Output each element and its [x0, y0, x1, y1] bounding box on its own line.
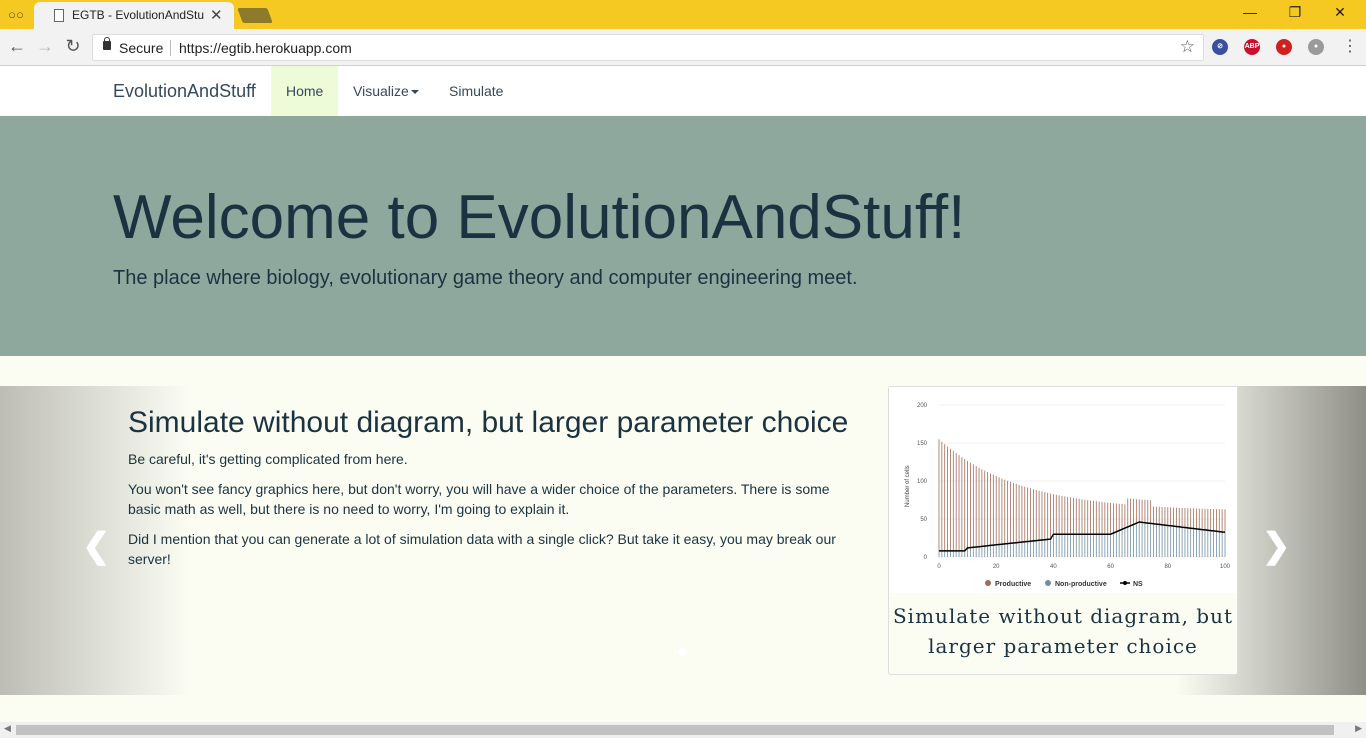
adblock-icon[interactable]: ABP	[1244, 39, 1260, 55]
url-text[interactable]: https://egtib.herokuapp.com	[179, 40, 352, 56]
browser-menu-icon[interactable]: ⋮	[1342, 36, 1358, 56]
hero-section: Welcome to EvolutionAndStuff! The place …	[0, 116, 1366, 356]
slide-paragraph: Be careful, it's getting complicated fro…	[128, 451, 408, 467]
dropdown-caret-icon	[410, 90, 419, 95]
chart-ylabel: Number of cells	[905, 465, 911, 507]
carousel-indicator[interactable]	[678, 648, 686, 656]
restore-icon[interactable]: ❐	[1285, 4, 1305, 21]
new-tab-button[interactable]	[237, 8, 273, 23]
address-bar[interactable]: Secure https://egtib.herokuapp.com ☆	[92, 34, 1204, 61]
ublock-icon[interactable]: ●	[1276, 39, 1292, 55]
reload-icon[interactable]: ↻	[62, 36, 84, 57]
close-tab-icon[interactable]: ✕	[210, 6, 223, 24]
site-navbar: EvolutionAndStuff Home Visualize Simulat…	[0, 66, 1366, 116]
x-tick-label: 40	[1050, 564, 1057, 570]
legend-nonproductive: Non-productive	[1055, 581, 1107, 588]
hero-subtitle: The place where biology, evolutionary ga…	[113, 267, 858, 289]
address-separator	[170, 40, 171, 56]
y-tick-label: 50	[920, 517, 927, 523]
y-tick-label: 100	[917, 479, 928, 485]
scrollbar-thumb[interactable]	[16, 725, 1334, 735]
simulation-chart: 050100150200 0 20 40 60 80 100 Number of cell…	[889, 387, 1237, 593]
x-tick-label: 60	[1107, 564, 1114, 570]
nav-home-label: Home	[286, 83, 324, 99]
back-icon[interactable]: ←	[6, 36, 28, 57]
horizontal-scrollbar[interactable]: ◀ ▶	[0, 722, 1366, 738]
slide-paragraph: Did I mention that you can generate a lo…	[128, 531, 836, 567]
y-tick-label: 200	[917, 403, 928, 409]
chevron-left-icon[interactable]: ❮	[82, 526, 111, 566]
slide-card-caption: Simulate without diagram, but larger par…	[892, 604, 1234, 658]
x-tick-label: 80	[1164, 564, 1171, 570]
chevron-right-icon[interactable]: ❯	[1262, 526, 1291, 566]
browser-tab[interactable]: EGTB - EvolutionAndStuff ✕	[34, 2, 234, 29]
window-close-icon[interactable]: ✕	[1330, 4, 1350, 21]
forward-icon[interactable]: →	[34, 36, 56, 57]
page-icon	[54, 9, 64, 22]
extension-block-icon[interactable]: ⊘	[1212, 39, 1228, 55]
secure-label: Secure	[119, 40, 164, 56]
scroll-right-icon[interactable]: ▶	[1355, 723, 1362, 734]
extension-globe-icon[interactable]: ●	[1308, 39, 1324, 55]
y-tick-label: 150	[917, 441, 928, 447]
x-tick-label: 100	[1220, 564, 1231, 570]
browser-titlebar: ○○ EGTB - EvolutionAndStuff ✕ — ❐ ✕	[0, 0, 1366, 29]
nav-home[interactable]: Home	[271, 66, 339, 116]
scroll-left-icon[interactable]: ◀	[4, 723, 11, 734]
site-brand[interactable]: EvolutionAndStuff	[113, 81, 256, 102]
slide-thumbnail-card[interactable]: 0 50 100 150 200 0 20 40 60 80 100 Number of cell…	[888, 386, 1238, 675]
lock-icon	[103, 37, 111, 50]
browser-toolbar: ← → ↻ Secure https://egtib.herokuapp.com…	[0, 29, 1366, 66]
minimize-icon[interactable]: —	[1240, 4, 1260, 20]
nav-simulate-label: Simulate	[449, 83, 504, 99]
tab-title: EGTB - EvolutionAndStuff	[72, 8, 204, 22]
nav-simulate[interactable]: Simulate	[434, 66, 518, 116]
legend-ns: NS	[1133, 581, 1143, 588]
slide-heading: Simulate without diagram, but larger par…	[128, 406, 849, 439]
bookmark-star-icon[interactable]: ☆	[1180, 37, 1195, 57]
legend-productive: Productive	[995, 581, 1031, 588]
nav-visualize[interactable]: Visualize	[338, 66, 434, 116]
carousel: ❮ ❯ Simulate without diagram, but larger…	[0, 386, 1366, 695]
incognito-icon: ○○	[8, 7, 24, 22]
x-tick-label: 20	[993, 564, 1000, 570]
nav-visualize-label: Visualize	[353, 83, 409, 99]
slide-paragraph: You won't see fancy graphics here, but d…	[128, 481, 830, 517]
hero-title: Welcome to EvolutionAndStuff!	[113, 183, 966, 252]
